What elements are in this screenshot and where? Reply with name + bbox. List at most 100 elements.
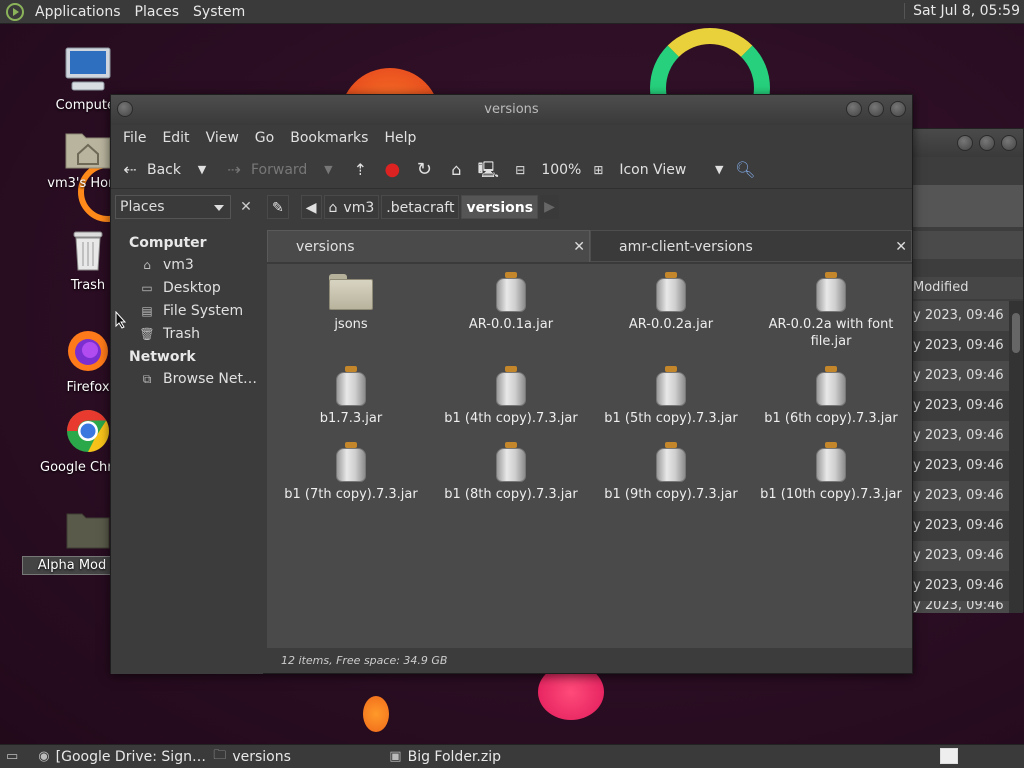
menu-go[interactable]: Go [247,130,282,146]
list-item[interactable]: y 2023, 09:46 [911,481,1009,511]
sidebar-item-trash[interactable]: 🗑︎ Trash [111,323,263,346]
forward-history-dropdown[interactable]: ▼ [317,159,339,181]
file-item[interactable]: b1 (10th copy).7.3.jar [751,442,911,503]
background-window-titlebar[interactable] [911,129,1023,157]
search-button[interactable]: 🔍︎ [734,159,756,181]
icon-grid[interactable]: jsons AR-0.0.1a.jar AR-0.0.2a.jar AR-0.0… [267,264,912,648]
menu-edit[interactable]: Edit [154,130,197,146]
sidebar-heading-network: Network [129,349,196,365]
list-item[interactable]: y 2023, 09:46 [911,331,1009,361]
back-button[interactable]: ⇠ Back [119,159,181,181]
location-bar: Places ✕ ✎ ◀ ⌂ vm3 .betacraft versions ▶ [111,189,912,225]
toolbar: ⇠ Back ▼ ⇢ Forward ▼ ⇡ ● ↻ ⌂ 🖳 ⊟ 100% ⊞ … [111,151,912,189]
toggle-location-entry-button[interactable]: ✎ [267,195,289,219]
menu-system[interactable]: System [186,4,252,20]
file-item[interactable]: AR-0.0.1a.jar [431,272,591,333]
file-name: b1 (6th copy).7.3.jar [764,411,898,426]
file-item[interactable]: b1 (8th copy).7.3.jar [431,442,591,503]
minimize-icon[interactable] [957,135,973,151]
taskbar-item-big-folder[interactable]: ▣ Big Folder.zip [389,749,501,765]
file-item-jsons[interactable]: jsons [271,272,431,333]
zoom-out-button[interactable]: ⊟ [509,159,531,181]
home-button[interactable]: ⌂ [445,159,467,181]
menu-help[interactable]: Help [376,130,424,146]
file-item[interactable]: b1.7.3.jar [271,366,431,427]
list-item[interactable]: y 2023, 09:46 [911,541,1009,571]
sidebar-item-file-system[interactable]: ▤ File System [111,300,263,323]
menu-bookmarks[interactable]: Bookmarks [282,130,376,146]
computer-button[interactable]: 🖳 [477,159,499,181]
zoom-in-icon: ⊞ [593,162,604,177]
distro-logo-icon[interactable] [6,2,24,21]
menu-applications[interactable]: Applications [28,4,128,20]
window-titlebar[interactable]: versions [111,95,912,125]
column-header-modified[interactable]: Modified [911,277,1023,299]
window-menu-icon[interactable] [117,101,133,117]
maximize-icon[interactable] [979,135,995,151]
sidebar-selector[interactable]: Places [115,195,231,219]
tab-amr-client-versions[interactable]: amr-client-versions ✕ [590,230,912,262]
forward-button[interactable]: ⇢ Forward [223,159,307,181]
file-item[interactable]: b1 (7th copy).7.3.jar [271,442,431,503]
workspace-switcher[interactable] [940,748,958,764]
edit-icon: ✎ [272,200,284,216]
menu-file[interactable]: File [115,130,154,146]
file-item[interactable]: AR-0.0.2a.jar [591,272,751,333]
stop-button[interactable]: ● [381,159,403,181]
breadcrumb-vm3[interactable]: ⌂ vm3 [323,195,380,219]
menu-view[interactable]: View [198,130,247,146]
list-item[interactable]: y 2023, 09:46 [911,571,1009,601]
breadcrumb-betacraft[interactable]: .betacraft [381,195,460,219]
zoom-in-button[interactable]: ⊞ [587,159,609,181]
maximize-icon[interactable] [868,101,884,117]
breadcrumb-versions[interactable]: versions [461,195,539,219]
file-item[interactable]: b1 (4th copy).7.3.jar [431,366,591,427]
file-item[interactable]: b1 (6th copy).7.3.jar [751,366,911,427]
clock[interactable]: Sat Jul 8, 05:59 [904,3,1020,19]
computer-icon [65,47,111,91]
taskbar-item-versions[interactable]: 🗀︎ versions [213,746,379,768]
taskbar-item-chrome[interactable]: ◉ [Google Drive: Sign… [38,749,206,765]
breadcrumb-scroll-right[interactable]: ▶ [540,195,559,219]
search-icon: 🔍︎ [735,159,756,179]
reload-button[interactable]: ↻ [413,159,435,181]
list-item[interactable]: y 2023, 09:46 [911,511,1009,541]
zoom-level: 100% [541,161,582,178]
file-name: AR-0.0.2a.jar [628,317,714,332]
minimize-icon[interactable] [846,101,862,117]
tab-versions[interactable]: versions ✕ [267,230,590,262]
desktop-icon: ▭ [141,281,153,295]
back-history-dropdown[interactable]: ▼ [191,159,213,181]
list-item[interactable]: y 2023, 09:46 [911,451,1009,481]
background-window-toolbar [911,185,1023,227]
list-item[interactable]: y 2023, 09:46 [911,421,1009,451]
list-item[interactable]: y 2023, 09:46 [911,361,1009,391]
show-desktop-button[interactable]: ▭ [6,749,24,764]
file-item[interactable]: AR-0.0.2a with font file.jar [751,272,911,350]
up-button[interactable]: ⇡ [349,159,371,181]
list-item[interactable]: y 2023, 09:46 [911,301,1009,331]
file-item[interactable]: b1 (5th copy).7.3.jar [591,366,751,427]
menu-places[interactable]: Places [128,4,187,20]
background-window[interactable]: Modified y 2023, 09:46 y 2023, 09:46 y 2… [910,128,1024,613]
file-item[interactable]: b1 (9th copy).7.3.jar [591,442,751,503]
close-sidebar-button[interactable]: ✕ [235,195,257,219]
sidebar-item-browse-network[interactable]: ⧉ Browse Net… [111,368,263,391]
vertical-scrollbar[interactable] [1009,301,1023,613]
list-item[interactable]: y 2023, 09:46 [911,391,1009,421]
list-item[interactable]: y 2023, 09:46 [911,601,1009,613]
file-name: b1 (7th copy).7.3.jar [284,487,418,502]
scrollbar-thumb[interactable] [1012,313,1020,353]
close-icon[interactable] [1001,135,1017,151]
close-tab-icon[interactable]: ✕ [573,231,585,263]
close-tab-icon[interactable]: ✕ [895,231,907,263]
sidebar-item-desktop[interactable]: ▭ Desktop [111,277,263,300]
reload-icon: ↻ [416,158,432,180]
sidebar-item-vm3[interactable]: ⌂ vm3 [111,254,263,277]
breadcrumb-scroll-left[interactable]: ◀ [300,195,322,219]
file-name: b1 (10th copy).7.3.jar [760,487,902,502]
view-mode-select[interactable]: Icon View ▼ [619,159,730,181]
status-bar: 12 items, Free space: 34.9 GB [267,649,912,673]
jar-file-icon [656,366,686,406]
close-icon[interactable] [890,101,906,117]
